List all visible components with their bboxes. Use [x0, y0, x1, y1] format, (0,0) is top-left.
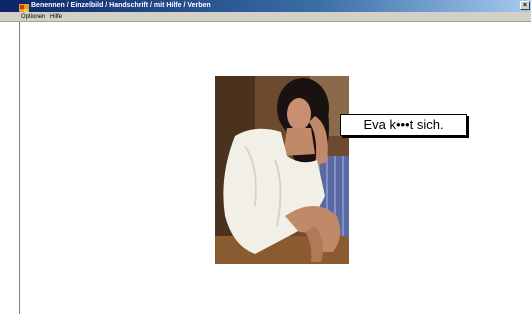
- window-title: Benennen / Einzelbild / Handschrift / mi…: [31, 2, 211, 9]
- menu-item-options[interactable]: Optionen: [21, 12, 45, 22]
- title-bar: Benennen / Einzelbild / Handschrift / mi…: [0, 0, 531, 14]
- menu-item-help[interactable]: Hilfe: [50, 12, 62, 22]
- app-window: Benennen / Einzelbild / Handschrift / mi…: [0, 0, 531, 314]
- close-icon: ×: [522, 2, 528, 9]
- exercise-image: [215, 76, 349, 264]
- menu-bar: Optionen Hilfe: [0, 12, 531, 22]
- sentence-bubble: Eva k•••t sich.: [340, 114, 467, 136]
- app-icon: [19, 1, 29, 14]
- close-button[interactable]: ×: [520, 1, 530, 10]
- left-frame-line: [19, 22, 20, 314]
